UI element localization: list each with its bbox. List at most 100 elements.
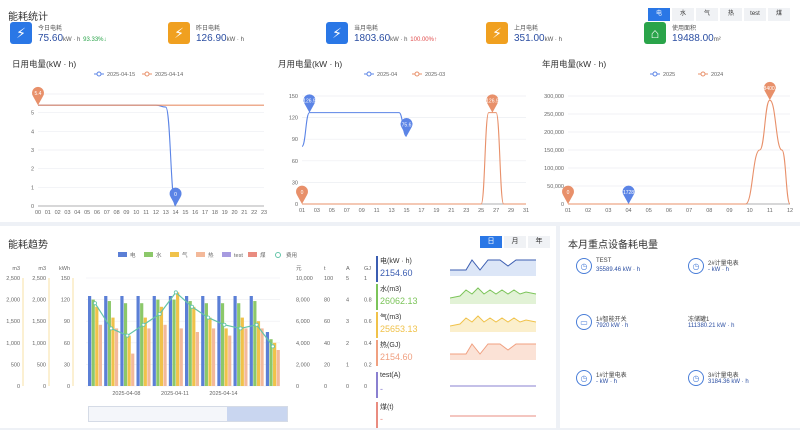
x-tick-label: 25 [478, 208, 484, 214]
y-tick-label: 2,000 [32, 298, 46, 304]
kpi-label: 使用面积 [672, 26, 697, 32]
tab-electric[interactable]: 电 [648, 8, 670, 21]
sparkline-item[interactable]: 电(kW · h) 2154.60 [376, 256, 552, 284]
x-tick-label: 31 [523, 208, 529, 214]
kpi-yesterday: ⚡ 昨日电耗 126.90kW · h [168, 22, 308, 50]
tab-test[interactable]: test [744, 8, 766, 21]
bar-gas [176, 292, 180, 386]
tab-day[interactable]: 日 [480, 236, 502, 248]
y-tick-label: 2 [31, 167, 34, 173]
bar-heat [98, 324, 102, 386]
device-item[interactable]: ◷ 1#计量电表 - kW · h [576, 368, 676, 396]
y-tick-label: 100 [324, 276, 333, 282]
x-tick-label: 22 [251, 210, 257, 216]
x-tick-label: 11 [374, 208, 380, 214]
y-tick-label: 2,000 [296, 362, 310, 368]
fee-point [254, 322, 259, 327]
y-tick-label: 50,000 [547, 184, 564, 190]
sparkline-value: 2154.60 [380, 268, 413, 278]
bar-heat [260, 328, 264, 386]
device-value: 35589.46 kW · h [596, 267, 641, 273]
device-consumption-panel: 本月重点设备耗电量 ◷ TEST 35589.46 kW · h ◷ 2#计量电… [560, 226, 800, 428]
device-name: 1#智能开关 [596, 317, 627, 323]
bar-gas [192, 306, 196, 386]
bar-heat [276, 350, 280, 386]
zoom-slider[interactable] [88, 406, 288, 422]
sparkline-item[interactable]: test(A) - [376, 372, 552, 400]
legend-swatch [170, 252, 179, 257]
tab-heat[interactable]: 热 [720, 8, 742, 21]
x-tick-label: 05 [84, 210, 90, 216]
marker-label: 288400.12 [758, 86, 782, 92]
y-tick-label: 2,500 [32, 276, 46, 282]
x-tick-label: 08 [706, 208, 712, 214]
bar-heat [163, 324, 167, 386]
tab-gas[interactable]: 气 [696, 8, 718, 21]
bar-water [220, 303, 225, 386]
y-tick-label: 1 [31, 185, 34, 191]
legend-label: 煤 [260, 251, 266, 259]
meter-icon: ◷ [576, 258, 592, 274]
x-tick-label: 03 [605, 208, 611, 214]
bar-water [172, 299, 176, 386]
marker-label: 1728 [623, 190, 634, 196]
device-item[interactable]: 冻储罐1 111380.21 kW · h [688, 312, 788, 340]
bar-gas [95, 306, 99, 386]
bar-elec [217, 296, 221, 386]
panel-title: 能耗统计 [8, 12, 48, 23]
legend-swatch [144, 252, 153, 257]
kpi-area: ⌂ 使用面积 19488.00m² [644, 22, 784, 50]
y-tick-label: 4 [346, 298, 349, 304]
bar-elec [168, 296, 173, 386]
legend-swatch [118, 252, 127, 257]
monthly-chart-svg: 2025-04 2025-03030609012015001 03 05 07 09 11 1… [289, 71, 529, 214]
device-value: 7920 kW · h [596, 323, 629, 329]
legend-swatch [196, 252, 205, 257]
legend-marker [414, 71, 420, 77]
tab-year[interactable]: 年 [528, 236, 550, 248]
bar-gas [256, 321, 261, 386]
zoom-handle[interactable] [227, 407, 287, 421]
kpi-label: 今日电耗 [38, 26, 63, 32]
trend-chart-svg: 电水气热 test 煤费用m305001,0001,5002,0002,500m30… [6, 251, 372, 397]
device-item[interactable]: ◷ 3#计量电表 3184.36 kW · h [688, 368, 788, 396]
x-tick-label: 13 [389, 208, 395, 214]
tab-coal[interactable]: 煤 [768, 8, 790, 21]
legend-label: 2025-03 [425, 72, 445, 78]
x-tick-label: 04 [74, 210, 80, 216]
tab-water[interactable]: 水 [672, 8, 694, 21]
y-tick-label: 1,000 [6, 341, 20, 347]
sparkline-area [450, 344, 536, 360]
tab-month[interactable]: 月 [504, 236, 526, 248]
kpi-today: ⚡ 今日电耗 75.60kW · h 93.33%↓ [10, 22, 150, 50]
bar-elec [136, 296, 140, 386]
device-item[interactable]: ▭ 1#智能开关 7920 kW · h [576, 312, 676, 340]
bolt-icon: ⚡ [168, 22, 190, 44]
x-tick-label: 00 [35, 210, 41, 216]
device-item[interactable]: ◷ TEST 35589.46 kW · h [576, 256, 676, 284]
sparkline-item[interactable]: 热(GJ) 2154.60 [376, 340, 552, 368]
axis-unit: kWh [59, 266, 70, 272]
y-tick-label: 150 [61, 276, 70, 282]
sparkline-chart [450, 385, 536, 387]
device-name: 3#计量电表 [708, 373, 739, 379]
y-tick-label: 60 [64, 341, 70, 347]
sparkline-item[interactable]: 煤(t) - [376, 402, 552, 430]
meter-icon: ◷ [688, 370, 704, 386]
kpi-value: 19488.00m² [672, 33, 721, 44]
x-tick-label: 23 [261, 210, 267, 216]
device-name: 1#计量电表 [596, 373, 627, 379]
y-tick-label: 0 [364, 384, 367, 390]
y-tick-label: 300,000 [544, 94, 564, 100]
fee-point [157, 312, 162, 317]
sparkline-item[interactable]: 气(m3) 25653.13 [376, 312, 552, 340]
y-tick-label: 4 [31, 129, 34, 135]
x-tick-label: 20 [231, 210, 237, 216]
bar-water [237, 303, 241, 386]
sparkline-value: 26062.13 [380, 296, 418, 306]
bar-heat [147, 328, 151, 386]
device-item[interactable]: ◷ 2#计量电表 - kW · h [688, 256, 788, 284]
legend-marker [144, 71, 150, 77]
sparkline-item[interactable]: 水(m3) 26062.13 [376, 284, 552, 312]
y-tick-label: 0.6 [364, 319, 372, 325]
